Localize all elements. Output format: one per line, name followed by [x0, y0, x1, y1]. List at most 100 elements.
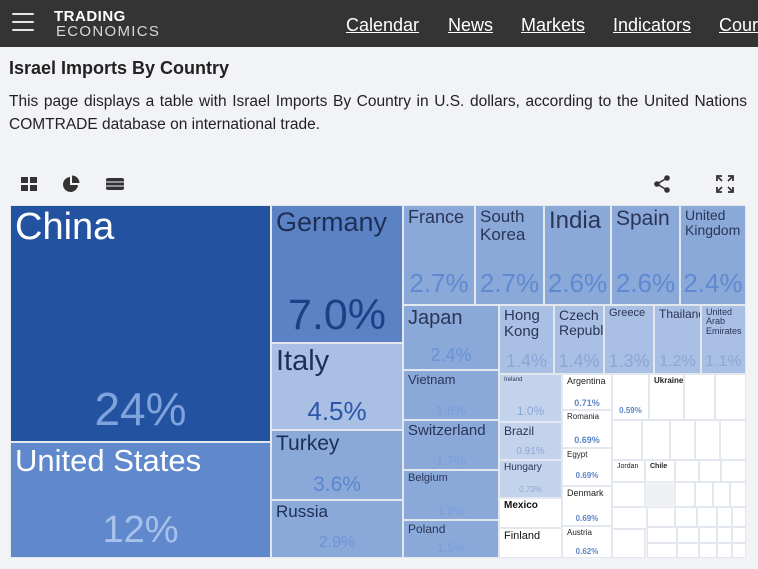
top-navigation-bar: TRADING ECONOMICS Calendar News Markets … [0, 0, 758, 47]
country-share: 2.6% [547, 268, 608, 298]
treemap-cell-small[interactable] [732, 527, 746, 543]
treemap-cell-small[interactable] [612, 529, 645, 558]
treemap-cell-other[interactable]: 0.59% [612, 374, 649, 420]
country-label: Egypt [567, 450, 588, 459]
treemap-cell-poland[interactable]: Poland 1.5% [403, 520, 499, 558]
page-description: This page displays a table with Israel I… [9, 93, 747, 133]
treemap-cell-small[interactable] [677, 527, 699, 543]
treemap-cell-mexico[interactable]: Mexico [499, 498, 562, 528]
treemap-cell-united-states[interactable]: United States 12% [10, 442, 271, 558]
treemap-cell-turkey[interactable]: Turkey 3.6% [271, 430, 403, 500]
nav-link-markets[interactable]: Markets [521, 15, 585, 35]
treemap-cell-small[interactable] [699, 543, 717, 558]
menu-icon[interactable] [12, 13, 34, 33]
treemap-cell-small[interactable] [697, 507, 717, 527]
treemap-cell-small[interactable] [732, 543, 746, 558]
nav-link-calendar[interactable]: Calendar [346, 15, 419, 35]
logo-line-economics[interactable]: ECONOMICS [56, 24, 160, 40]
treemap-cell-small[interactable] [720, 420, 746, 460]
treemap-cell-czech-republic[interactable]: Czech Republic 1.4% [554, 305, 604, 374]
treemap-cell-france[interactable]: France 2.7% [403, 205, 475, 305]
nav-link-indicators[interactable]: Indicators [613, 15, 691, 35]
treemap-cell-denmark[interactable]: Denmark 0.69% [562, 486, 612, 526]
treemap-cell-small[interactable] [699, 460, 721, 482]
country-share: 0.62% [575, 547, 599, 556]
treemap-cell-small[interactable] [675, 482, 695, 507]
treemap-cell-italy[interactable]: Italy 4.5% [271, 343, 403, 430]
treemap-cell-hungary[interactable]: Hungary 0.73% [499, 460, 562, 498]
treemap-cell-small[interactable] [642, 420, 670, 460]
treemap-cell-russia[interactable]: Russia 2.9% [271, 500, 403, 558]
treemap-cell-small[interactable] [717, 507, 732, 527]
treemap-cell-united-kingdom[interactable]: United Kingdom 2.4% [680, 205, 746, 305]
treemap-cell-belgium[interactable]: Belgium 1.6% [403, 470, 499, 520]
treemap-cell-jordan[interactable]: Jordan [612, 460, 645, 482]
treemap-cell-switzerland[interactable]: Switzerland 1.7% [403, 420, 499, 470]
treemap-cell-austria[interactable]: Austria 0.62% [562, 526, 612, 558]
treemap-cell-small[interactable] [715, 374, 746, 420]
treemap-cell-china[interactable]: China 24% [10, 205, 271, 442]
treemap-cell-brazil[interactable]: Brazil 0.91% [499, 422, 562, 460]
treemap-cell-ukraine[interactable]: Ukraine [649, 374, 684, 420]
share-icon[interactable] [652, 174, 672, 194]
country-share: 0.91% [516, 446, 545, 457]
treemap-cell-egypt[interactable]: Egypt 0.69% [562, 448, 612, 486]
treemap-cell-argentina[interactable]: Argentina 0.71% [562, 374, 612, 410]
treemap-cell-small[interactable] [612, 507, 647, 529]
treemap-cell-small[interactable] [695, 482, 713, 507]
treemap-cell-germany[interactable]: Germany 7.0% [271, 205, 403, 343]
treemap-cell-finland[interactable]: Finland [499, 528, 562, 558]
treemap-cell-thailand[interactable]: Thailand 1.2% [654, 305, 701, 374]
country-share: 4.5% [307, 396, 367, 426]
treemap-cell-vietnam[interactable]: Vietnam 1.8% [403, 370, 499, 420]
fullscreen-icon[interactable] [715, 174, 735, 194]
treemap-cell-small[interactable] [684, 374, 715, 420]
treemap-cell-ireland[interactable]: Ireland 1.0% [499, 374, 562, 422]
treemap-cell-small[interactable] [677, 543, 699, 558]
country-label: Finland [504, 530, 541, 542]
treemap-cell-chile[interactable]: Chile [645, 460, 675, 482]
country-share: 1.2% [659, 353, 696, 370]
treemap-cell-japan[interactable]: Japan 2.4% [403, 305, 499, 370]
country-label: Brazil [504, 424, 535, 438]
country-label: United Kingdom [685, 207, 741, 238]
country-label: Ukraine [654, 376, 684, 385]
table-view-icon[interactable] [105, 174, 125, 194]
treemap-cell-small[interactable] [612, 482, 645, 507]
pie-chart-icon[interactable] [61, 174, 81, 194]
treemap-cell-small[interactable] [713, 482, 730, 507]
country-label: Russia [276, 502, 328, 521]
treemap-cell-romania[interactable]: Romania 0.69% [562, 410, 612, 448]
country-share: 1.0% [516, 404, 545, 418]
country-share: 1.8% [436, 403, 466, 418]
treemap-cell-small[interactable] [721, 460, 746, 482]
treemap-cell-hong-kong[interactable]: Hong Kong 1.4% [499, 305, 554, 374]
treemap-cell-small[interactable] [647, 543, 677, 558]
treemap-cell-greece[interactable]: Greece 1.3% [604, 305, 654, 374]
treemap-cell-united-arab-emirates[interactable]: United Arab Emirates 1.1% [701, 305, 746, 374]
country-share: 3.6% [313, 473, 361, 496]
country-share: 1.5% [437, 541, 465, 555]
treemap-cell-small[interactable] [670, 420, 695, 460]
treemap-cell-small[interactable] [717, 543, 732, 558]
treemap-cell-small[interactable] [675, 460, 699, 482]
nav-link-news[interactable]: News [448, 15, 493, 35]
treemap-cell-small[interactable] [647, 527, 677, 543]
country-label: Turkey [276, 432, 340, 455]
treemap-cell-south-korea[interactable]: South Korea 2.7% [475, 205, 544, 305]
treemap-cell-spain[interactable]: Spain 2.6% [611, 205, 680, 305]
country-label: United States [15, 443, 202, 478]
nav-link-countries[interactable]: Cour [719, 15, 758, 35]
treemap-cell-small[interactable] [730, 482, 746, 507]
treemap-cell-small[interactable] [647, 507, 675, 527]
treemap-cell-small[interactable] [732, 507, 746, 527]
treemap-cell-small[interactable] [699, 527, 717, 543]
treemap-cell-small[interactable] [612, 420, 642, 460]
treemap-view-icon[interactable] [19, 174, 39, 194]
treemap-cell-small[interactable] [695, 420, 720, 460]
treemap-cell-small[interactable] [717, 527, 732, 543]
treemap-cell-india[interactable]: India 2.6% [544, 205, 611, 305]
country-label: Japan [408, 307, 463, 329]
country-share: 2.4% [430, 345, 472, 365]
treemap-cell-small[interactable] [675, 507, 697, 527]
